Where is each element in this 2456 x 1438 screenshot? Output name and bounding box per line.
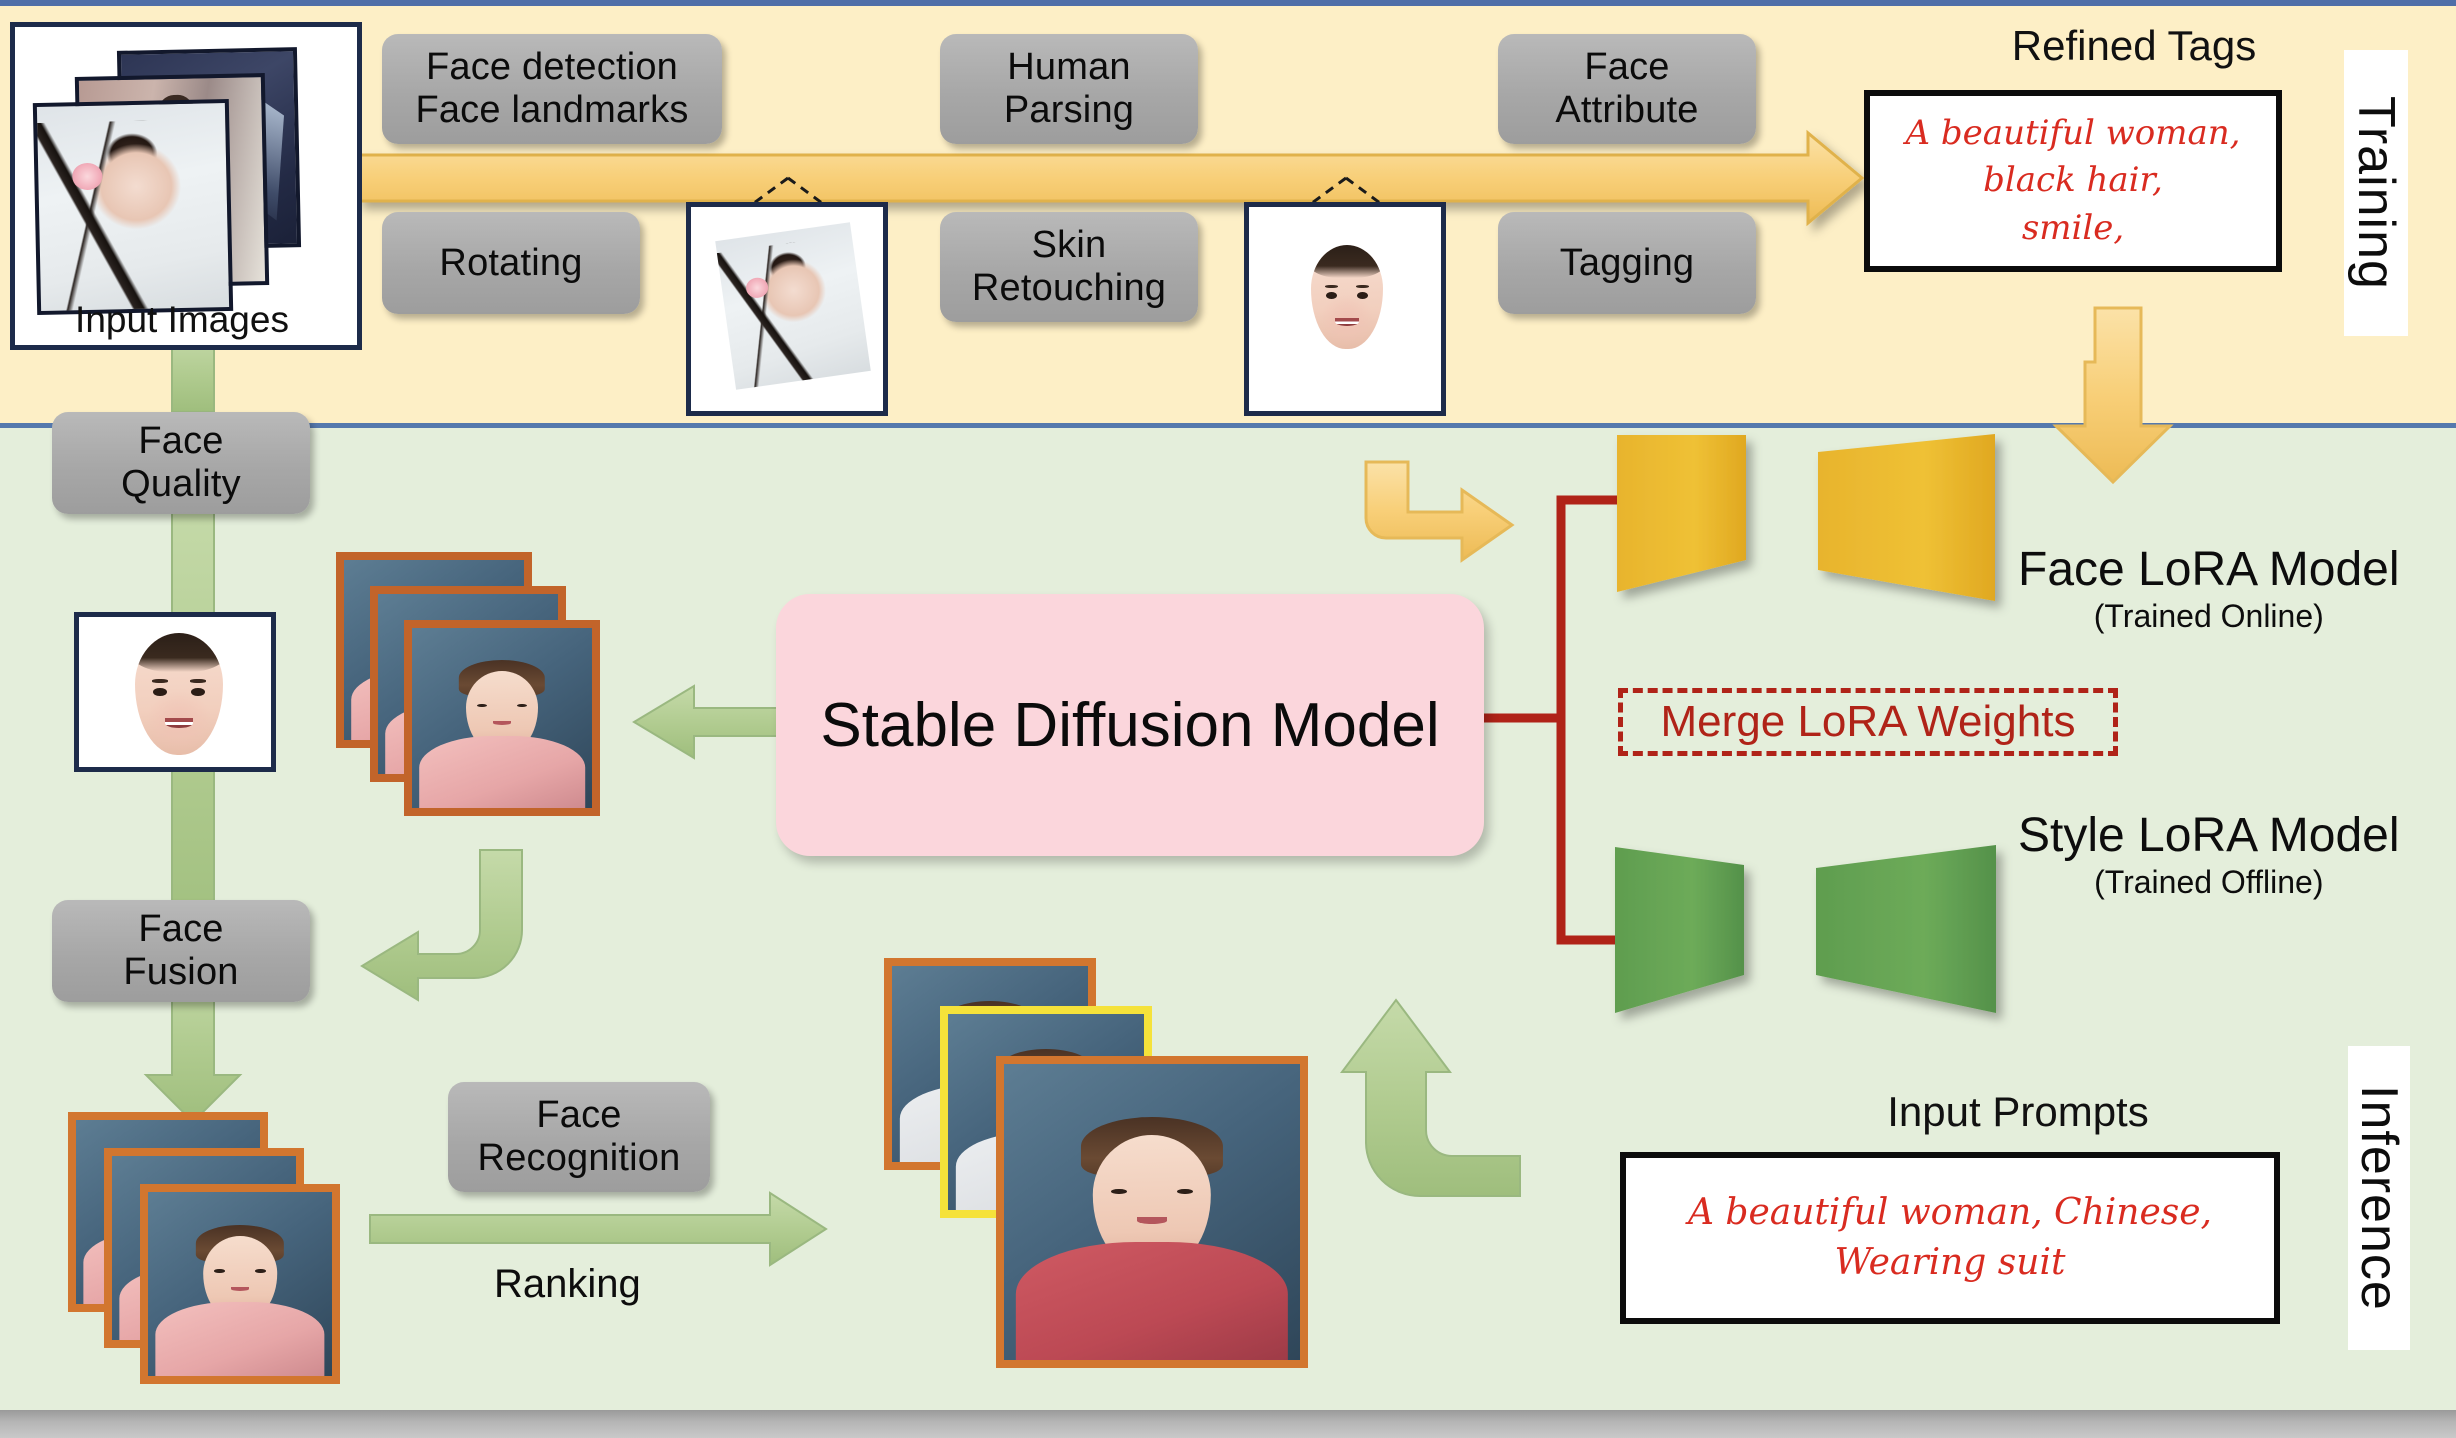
face-lora-subtitle: (Trained Online): [2093, 597, 2324, 634]
input-prompts-box[interactable]: A beautiful woman, Chinese, Wearing suit: [1620, 1152, 2280, 1324]
input-images-caption: Input Images: [75, 299, 289, 340]
refined-tags-box: A beautiful woman, black hair, smile,: [1864, 90, 2282, 272]
step-tagging[interactable]: Tagging: [1498, 212, 1756, 314]
input-prompts-title: Input Prompts: [1887, 1088, 2149, 1135]
diagram-canvas: Input Images Face detection Face landmar…: [0, 0, 2456, 1438]
stable-diffusion-model-box[interactable]: Stable Diffusion Model: [776, 594, 1484, 856]
face-crop-preview-frame: [1244, 202, 1446, 416]
ranking-label: Ranking: [494, 1262, 641, 1306]
style-lora-title: Style LoRA Model: [2018, 809, 2400, 862]
merge-lora-weights-box: Merge LoRA Weights: [1618, 688, 2118, 756]
rotating-preview-frame: [686, 202, 888, 416]
step-face-fusion[interactable]: Face Fusion: [52, 900, 310, 1002]
fused-face-icon: [135, 633, 223, 755]
refined-tags-title: Refined Tags: [2011, 22, 2257, 69]
face-crop-icon: [1311, 245, 1383, 349]
step-human-parsing[interactable]: Human Parsing: [940, 34, 1198, 144]
input-photo-1: [32, 98, 234, 316]
step-skin-retouching[interactable]: Skin Retouching: [940, 212, 1198, 322]
style-lora-label: Style LoRA Model (Trained Offline): [2018, 809, 2400, 901]
style-lora-subtitle: (Trained Offline): [2094, 863, 2324, 900]
step-face-quality[interactable]: Face Quality: [52, 412, 310, 514]
inference-phase-label: Inference: [2348, 1046, 2410, 1350]
step-face-detection[interactable]: Face detection Face landmarks: [382, 34, 722, 144]
input-images-panel: Input Images: [10, 22, 362, 350]
step-rotating[interactable]: Rotating: [382, 212, 640, 314]
training-phase-label: Training: [2344, 50, 2408, 336]
step-face-recognition[interactable]: Face Recognition: [448, 1082, 710, 1192]
rotating-preview-photo: [715, 222, 871, 390]
face-lora-label: Face LoRA Model (Trained Online): [2018, 543, 2400, 635]
face-lora-title: Face LoRA Model: [2018, 543, 2400, 596]
bottom-status-bar: [0, 1410, 2456, 1438]
step-face-attribute[interactable]: Face Attribute: [1498, 34, 1756, 144]
face-quality-preview-frame: [74, 612, 276, 772]
